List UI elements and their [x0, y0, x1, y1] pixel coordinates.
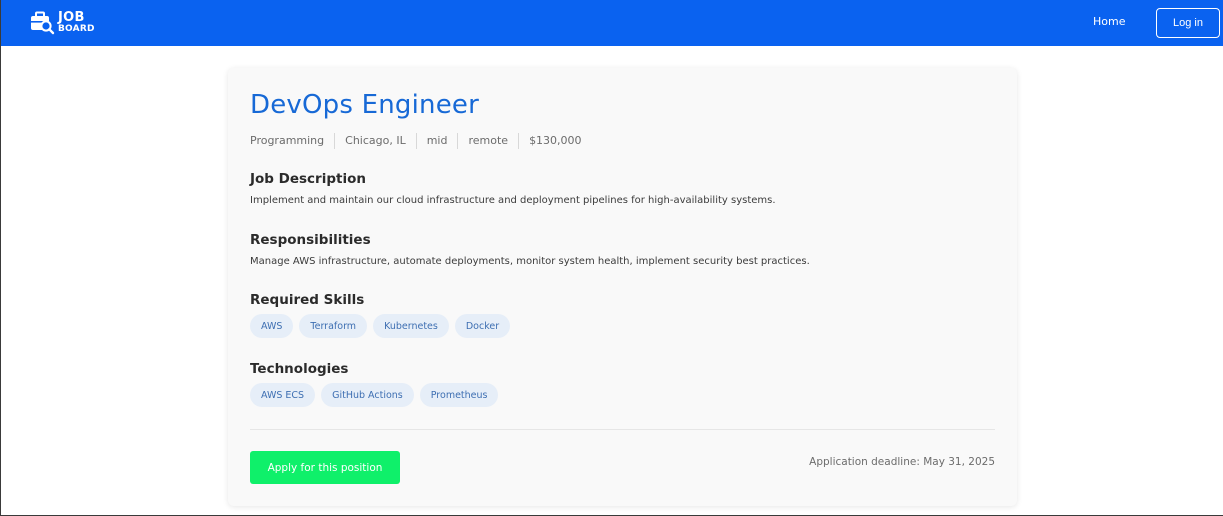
brand-line-2: BOARD — [58, 23, 95, 34]
technologies-tag-list: AWS ECS GitHub Actions Prometheus — [250, 383, 504, 407]
skill-tag: AWS — [250, 314, 294, 338]
card-divider — [250, 429, 995, 430]
technologies-heading: Technologies — [250, 361, 349, 377]
brand-line-1: JOB — [58, 9, 85, 25]
job-salary: $130,000 — [518, 133, 592, 149]
responsibilities-heading: Responsibilities — [250, 232, 371, 248]
skills-tag-list: AWS Terraform Kubernetes Docker — [250, 314, 516, 338]
navbar: JOB BOARD Home Log in — [1, 0, 1223, 46]
skill-tag: Kubernetes — [373, 314, 449, 338]
skill-tag: Docker — [454, 314, 511, 338]
apply-button[interactable]: Apply for this position — [250, 451, 400, 484]
job-work-type: remote — [457, 133, 518, 149]
job-title: DevOps Engineer — [250, 90, 479, 120]
description-heading: Job Description — [250, 171, 366, 187]
job-detail-card: DevOps Engineer Programming Chicago, IL … — [228, 68, 1017, 506]
responsibilities-text: Manage AWS infrastructure, automate depl… — [250, 256, 810, 267]
technology-tag: GitHub Actions — [321, 383, 414, 407]
technology-tag: AWS ECS — [250, 383, 316, 407]
nav-home-link[interactable]: Home — [1093, 15, 1125, 28]
application-deadline: Application deadline: May 31, 2025 — [809, 456, 995, 468]
brand-logo[interactable]: JOB BOARD — [29, 9, 95, 35]
skills-heading: Required Skills — [250, 292, 365, 308]
login-button[interactable]: Log in — [1156, 8, 1220, 38]
brand-wordmark: JOB BOARD — [58, 11, 95, 34]
job-level: mid — [415, 133, 458, 149]
job-location: Chicago, IL — [334, 133, 416, 149]
briefcase-search-icon — [31, 11, 55, 35]
job-category: Programming — [250, 134, 325, 147]
job-meta-row: Programming Chicago, IL mid remote $130,… — [250, 133, 592, 149]
skill-tag: Terraform — [299, 314, 368, 338]
description-text: Implement and maintain our cloud infrast… — [250, 195, 776, 206]
technology-tag: Prometheus — [419, 383, 499, 407]
